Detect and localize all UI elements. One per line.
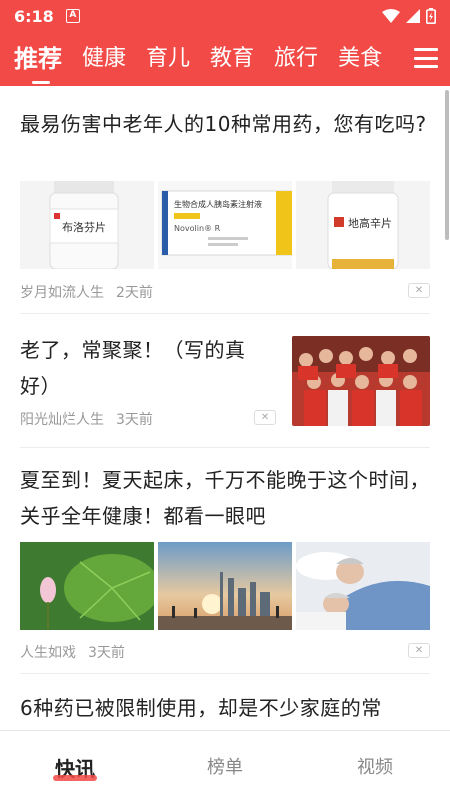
dismiss-icon[interactable]: ✕ <box>254 410 276 425</box>
sleeping-couple-image <box>296 542 430 630</box>
tab-food[interactable]: 美食 <box>338 44 382 74</box>
article-meta: 阳光灿烂人生 3天前 <box>20 409 153 429</box>
news-feed[interactable]: 最易伤害中老年人的10种常用药，您有吃吗? 布洛芬片 生物合成人胰岛素注射液 N… <box>0 86 450 730</box>
article-meta: 岁月如流人生 2天前 <box>20 282 153 302</box>
tab-travel[interactable]: 旅行 <box>274 44 318 74</box>
wifi-icon <box>382 9 400 23</box>
tab-education[interactable]: 教育 <box>210 44 254 74</box>
article-item[interactable]: 最易伤害中老年人的10种常用药，您有吃吗? 布洛芬片 生物合成人胰岛素注射液 N… <box>20 86 430 314</box>
bottle-label-text: 地高辛片 <box>348 216 392 230</box>
nav-videos[interactable]: 视频 <box>300 731 450 800</box>
bottom-nav: 快讯 榜单 视频 <box>0 730 450 800</box>
category-tab-bar: 推荐 健康 育儿 教育 旅行 美食 <box>0 32 450 86</box>
lotus-leaf-image <box>20 542 154 630</box>
article-images: 布洛芬片 生物合成人胰岛素注射液 Novolin® R 地高辛片 <box>20 181 430 269</box>
tab-health[interactable]: 健康 <box>82 44 126 74</box>
insulin-box-image: 生物合成人胰岛素注射液 Novolin® R <box>158 181 292 269</box>
box-label-text: 生物合成人胰岛素注射液 <box>174 199 262 209</box>
article-time: 3天前 <box>88 645 125 661</box>
box-brand-text: Novolin® R <box>174 224 221 233</box>
signal-icon <box>406 9 420 23</box>
pill-bottle-image: 地高辛片 <box>296 181 430 269</box>
article-title[interactable]: 最易伤害中老年人的10种常用药，您有吃吗? <box>20 106 430 142</box>
article-images <box>20 542 430 630</box>
article-time: 3天前 <box>116 412 153 428</box>
notification-a-icon: A <box>65 9 80 23</box>
article-item[interactable]: 老了，常聚聚！（写的真好） 阳光灿烂人生 3天前 ✕ <box>20 314 430 448</box>
active-indicator <box>53 775 97 781</box>
article-item[interactable]: 夏至到！夏天起床，千万不能晚于这个时间，关乎全年健康！都看一眼吧 人生如戏 3天… <box>20 448 430 674</box>
article-source: 岁月如流人生 <box>20 285 104 301</box>
article-source: 阳光灿烂人生 <box>20 412 104 428</box>
status-time: 6:18 <box>14 6 54 26</box>
pill-bottle-image: 布洛芬片 <box>20 181 154 269</box>
battery-icon <box>426 8 436 24</box>
nav-label: 榜单 <box>207 757 243 778</box>
menu-icon[interactable] <box>414 45 438 71</box>
article-title[interactable]: 6种药已被限制使用，却是不少家庭的常 <box>20 690 430 726</box>
scrollbar[interactable] <box>445 90 449 240</box>
bottle-label-text: 布洛芬片 <box>62 220 106 234</box>
group-photo-image <box>292 336 430 426</box>
tab-parenting[interactable]: 育儿 <box>146 44 190 74</box>
dismiss-icon[interactable]: ✕ <box>408 643 430 658</box>
nav-label: 视频 <box>357 757 393 778</box>
status-icons <box>382 8 436 24</box>
city-sunset-image <box>158 542 292 630</box>
nav-rankings[interactable]: 榜单 <box>150 731 300 800</box>
article-meta: 人生如戏 3天前 <box>20 642 125 662</box>
status-bar: 6:18 A <box>0 0 450 32</box>
article-title[interactable]: 老了，常聚聚！（写的真好） <box>20 332 276 404</box>
article-time: 2天前 <box>116 285 153 301</box>
nav-news-flash[interactable]: 快讯 <box>0 731 150 800</box>
tab-recommend[interactable]: 推荐 <box>14 44 62 84</box>
article-title[interactable]: 夏至到！夏天起床，千万不能晚于这个时间，关乎全年健康！都看一眼吧 <box>20 462 430 534</box>
article-source: 人生如戏 <box>20 645 76 661</box>
article-item[interactable]: 6种药已被限制使用，却是不少家庭的常 <box>20 674 430 730</box>
dismiss-icon[interactable]: ✕ <box>408 283 430 298</box>
